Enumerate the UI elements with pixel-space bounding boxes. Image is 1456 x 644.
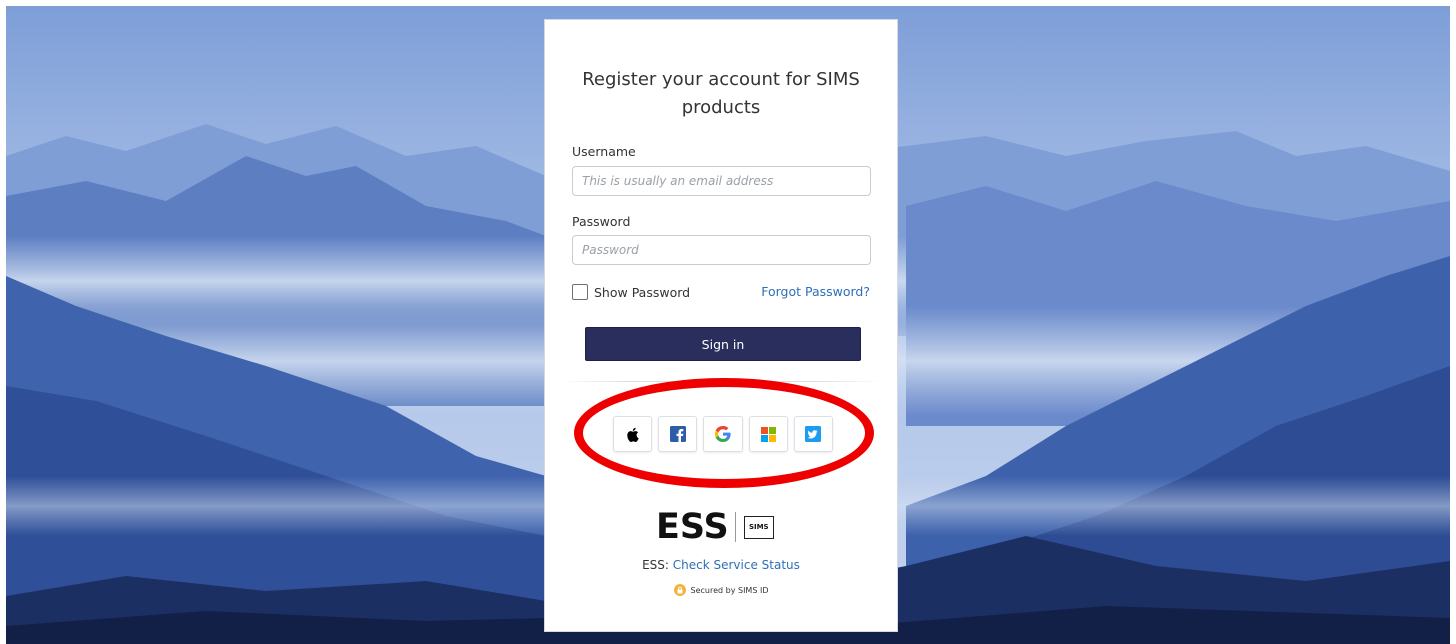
password-input[interactable]: [572, 235, 871, 265]
show-password-label: Show Password: [594, 284, 691, 300]
divider: [561, 381, 883, 382]
secured-by-text: Secured by SIMS ID: [690, 585, 769, 595]
apple-icon: [627, 427, 639, 442]
twitter-icon: [805, 426, 822, 442]
social-login-buttons: [613, 416, 834, 452]
check-service-status-link[interactable]: Check Service Status: [673, 558, 800, 572]
apple-login-button[interactable]: [613, 416, 653, 452]
service-status: ESS: Check Service Status: [545, 558, 897, 572]
secured-by-badge: Secured by SIMS ID: [545, 584, 897, 596]
login-card: Register your account for SIMS products …: [544, 19, 898, 632]
sims-logo-text: SIMS: [748, 523, 769, 531]
ess-logo-text: ESS: [656, 507, 729, 547]
google-login-button[interactable]: [703, 416, 743, 452]
lock-icon: [673, 584, 686, 596]
ess-sims-logo: ESS SIMS: [656, 507, 774, 547]
show-password-toggle[interactable]: Show Password: [572, 283, 690, 301]
facebook-icon: [669, 426, 686, 442]
forgot-password-link[interactable]: Forgot Password?: [761, 284, 870, 299]
google-icon: [715, 426, 731, 442]
username-input[interactable]: [572, 166, 871, 196]
service-status-prefix: ESS:: [642, 558, 673, 572]
facebook-login-button[interactable]: [658, 416, 698, 452]
page-title: Register your account for SIMS products: [582, 69, 860, 118]
microsoft-login-button[interactable]: [748, 416, 788, 452]
password-label: Password: [572, 214, 631, 229]
show-password-checkbox[interactable]: [572, 284, 588, 300]
username-label: Username: [572, 144, 636, 159]
sims-logo-badge: SIMS: [743, 515, 774, 539]
sign-in-button[interactable]: Sign in: [585, 327, 861, 361]
twitter-login-button[interactable]: [793, 416, 834, 452]
microsoft-icon: [760, 426, 776, 442]
logo-separator: [734, 512, 736, 542]
